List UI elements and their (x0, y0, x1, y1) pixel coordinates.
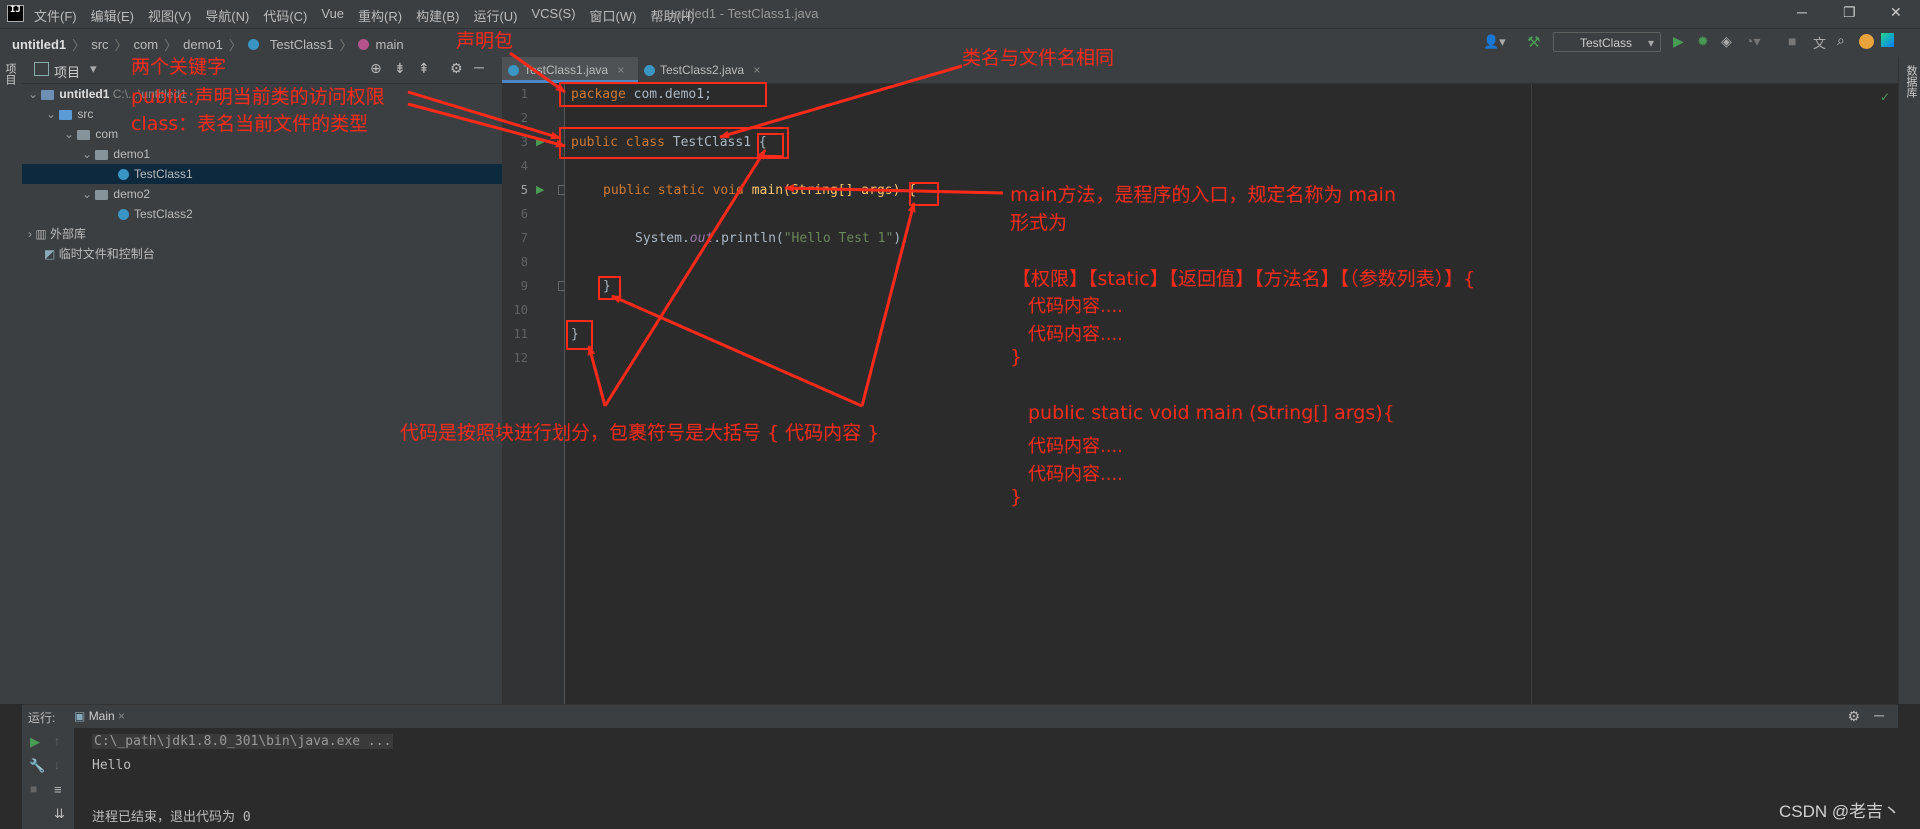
watermark: CSDN @老吉丶 (1779, 802, 1901, 821)
annotation-main-desc: main方法，是程序的入口，规定名称为 main (1010, 184, 1396, 206)
arrow-class-keyword (407, 102, 566, 148)
annotation-two-keywords: 两个关键字 (131, 56, 227, 78)
annotation-main-form-label: 形式为 (1010, 212, 1068, 234)
annotation-code-content: 代码内容.... (1028, 296, 1123, 317)
annotation-example-signature: public static void main (String[] args){ (1028, 402, 1395, 424)
annotation-block-desc: 代码是按照块进行划分，包裹符号是大括号 { 代码内容 } (400, 422, 880, 444)
annotation-declare-package: 声明包 (456, 30, 514, 52)
arrow-public-keyword (407, 90, 561, 140)
arrow-declare-package (509, 51, 566, 94)
annotation-classname-rule: 类名与文件名相同 (962, 47, 1115, 69)
annotation-code-content: 代码内容.... (1028, 464, 1123, 485)
arrow-class-name (719, 64, 963, 139)
annotation-code-content: 代码内容.... (1028, 324, 1123, 345)
annotation-public-desc: public:声明当前类的访问权限 (131, 86, 385, 108)
annotation-close-brace: } (1010, 346, 1023, 368)
arrow-block-main-close (611, 294, 863, 408)
arrow-block-main-open (860, 202, 916, 407)
arrow-block-class-open (603, 149, 767, 407)
arrow-block-class-close (587, 345, 607, 407)
annotation-close-brace: } (1010, 486, 1023, 508)
annotation-class-desc: class：表名当前文件的类型 (131, 113, 369, 135)
arrow-main-method (784, 184, 1004, 195)
annotation-main-form: 【权限】【static】【返回值】【方法名】【（参数列表）】{ (1012, 268, 1476, 290)
annotation-code-content: 代码内容.... (1028, 436, 1123, 457)
